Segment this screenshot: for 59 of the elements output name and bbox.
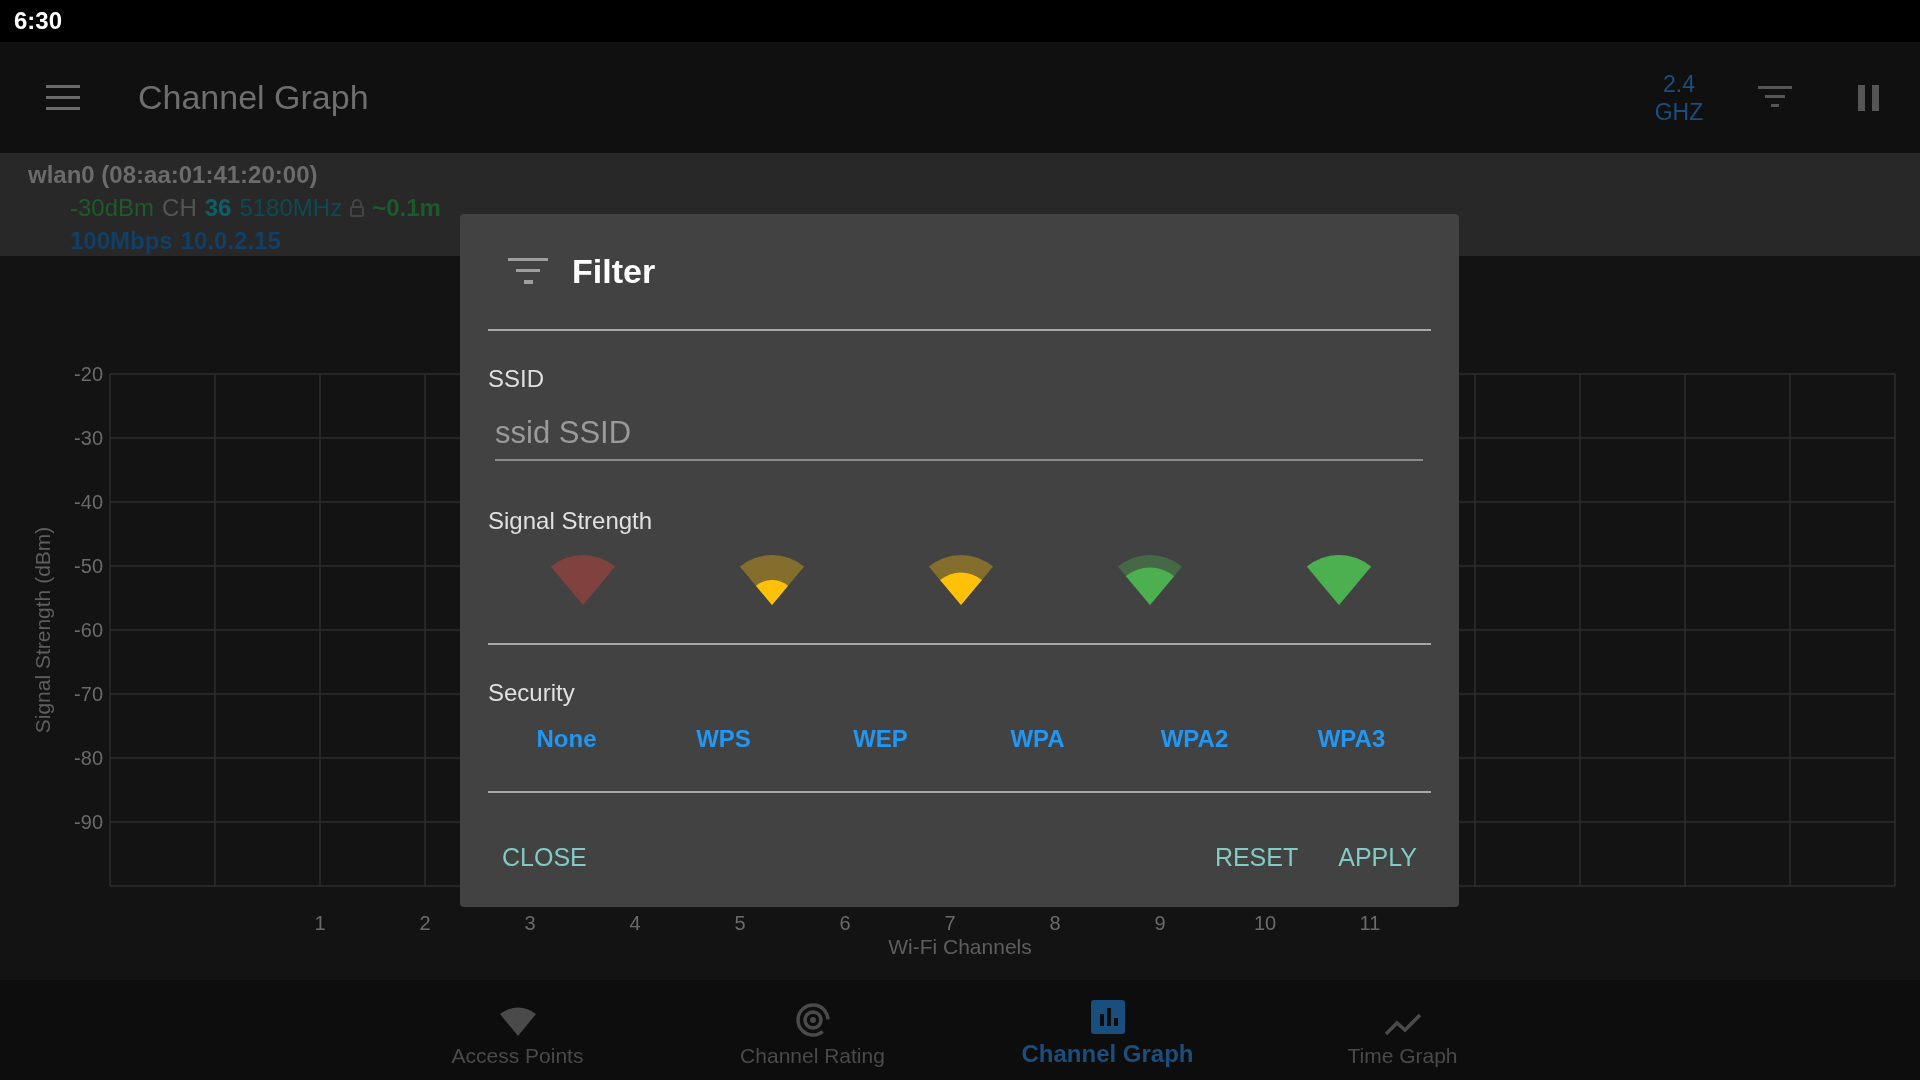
axis-tick-label: 5 <box>734 912 746 934</box>
axis-tick-label: 2 <box>419 912 431 934</box>
axis-tick-label: -70 <box>74 683 103 705</box>
signal-strength-icon[interactable] <box>739 555 804 605</box>
lock-icon <box>350 198 365 217</box>
signal-strength-icon[interactable] <box>1306 555 1371 605</box>
ip-address: 10.0.2.15 <box>180 226 281 256</box>
axis-tick-label: 9 <box>1154 912 1166 934</box>
wifi-icon <box>497 1006 538 1038</box>
section-label: SSID <box>488 365 544 393</box>
axis-tick-label: 4 <box>629 912 641 934</box>
filter-icon[interactable] <box>1758 85 1792 110</box>
axis-title: Signal Strength (dBm) <box>31 526 54 734</box>
apply-button[interactable]: APPLY <box>1324 834 1431 880</box>
section-label: Security <box>488 679 575 707</box>
nav-tab[interactable]: Channel Rating <box>665 980 960 1080</box>
bar-chart-icon <box>1090 1000 1125 1034</box>
axis-tick-label: -90 <box>74 811 103 833</box>
security-option[interactable]: None <box>530 721 603 757</box>
signal-strength-icon[interactable] <box>928 555 993 605</box>
security-option[interactable]: WPA2 <box>1154 721 1235 757</box>
ssid-field[interactable]: ssid SSID <box>495 411 1423 461</box>
dialog-title: Filter <box>572 252 656 291</box>
signal-strength-icon[interactable] <box>1117 555 1182 605</box>
security-option[interactable]: WPA3 <box>1311 721 1392 757</box>
axis-tick-label: 1 <box>314 912 326 934</box>
security-option[interactable]: WEP <box>847 721 914 757</box>
axis-tick-label: -50 <box>74 555 103 577</box>
axis-tick-label: 7 <box>944 912 956 934</box>
link-speed: 100Mbps <box>70 226 173 256</box>
axis-tick-label: -80 <box>74 747 103 769</box>
nav-tab[interactable]: Time Graph <box>1255 980 1550 1080</box>
security-option[interactable]: WPA <box>1004 721 1071 757</box>
axis-tick-label: -30 <box>74 427 103 449</box>
trend-line-icon <box>1383 1012 1422 1038</box>
axis-tick-label: -60 <box>74 619 103 641</box>
axis-title: Wi-Fi Channels <box>888 935 1032 958</box>
channel-number: 36 <box>204 193 232 223</box>
nav-tab[interactable]: Channel Graph <box>960 980 1255 1080</box>
close-button[interactable]: CLOSE <box>488 834 601 880</box>
axis-tick-label: 8 <box>1049 912 1061 934</box>
pause-icon[interactable] <box>1858 84 1880 111</box>
axis-tick-label: 10 <box>1253 912 1277 934</box>
radar-icon <box>794 1002 831 1038</box>
axis-tick-label: -40 <box>74 491 103 513</box>
reset-button[interactable]: RESET <box>1200 834 1313 880</box>
axis-tick-label: 3 <box>524 912 536 934</box>
filter-icon <box>508 257 548 286</box>
screen-title: Channel Graph <box>138 78 369 117</box>
axis-tick-label: 6 <box>839 912 851 934</box>
menu-icon[interactable] <box>46 84 80 111</box>
security-option[interactable]: WPS <box>690 721 757 757</box>
section-label: Signal Strength <box>488 507 653 535</box>
interface-name: wlan0 (08:aa:01:41:20:00) <box>28 160 319 190</box>
clock-time: 6:30 <box>14 7 63 35</box>
axis-tick-label: 11 <box>1359 912 1381 934</box>
nav-tab[interactable]: Access Points <box>370 980 665 1080</box>
band-toggle[interactable]: 2.4 GHZ <box>1644 69 1714 126</box>
axis-tick-label: -20 <box>74 363 103 385</box>
